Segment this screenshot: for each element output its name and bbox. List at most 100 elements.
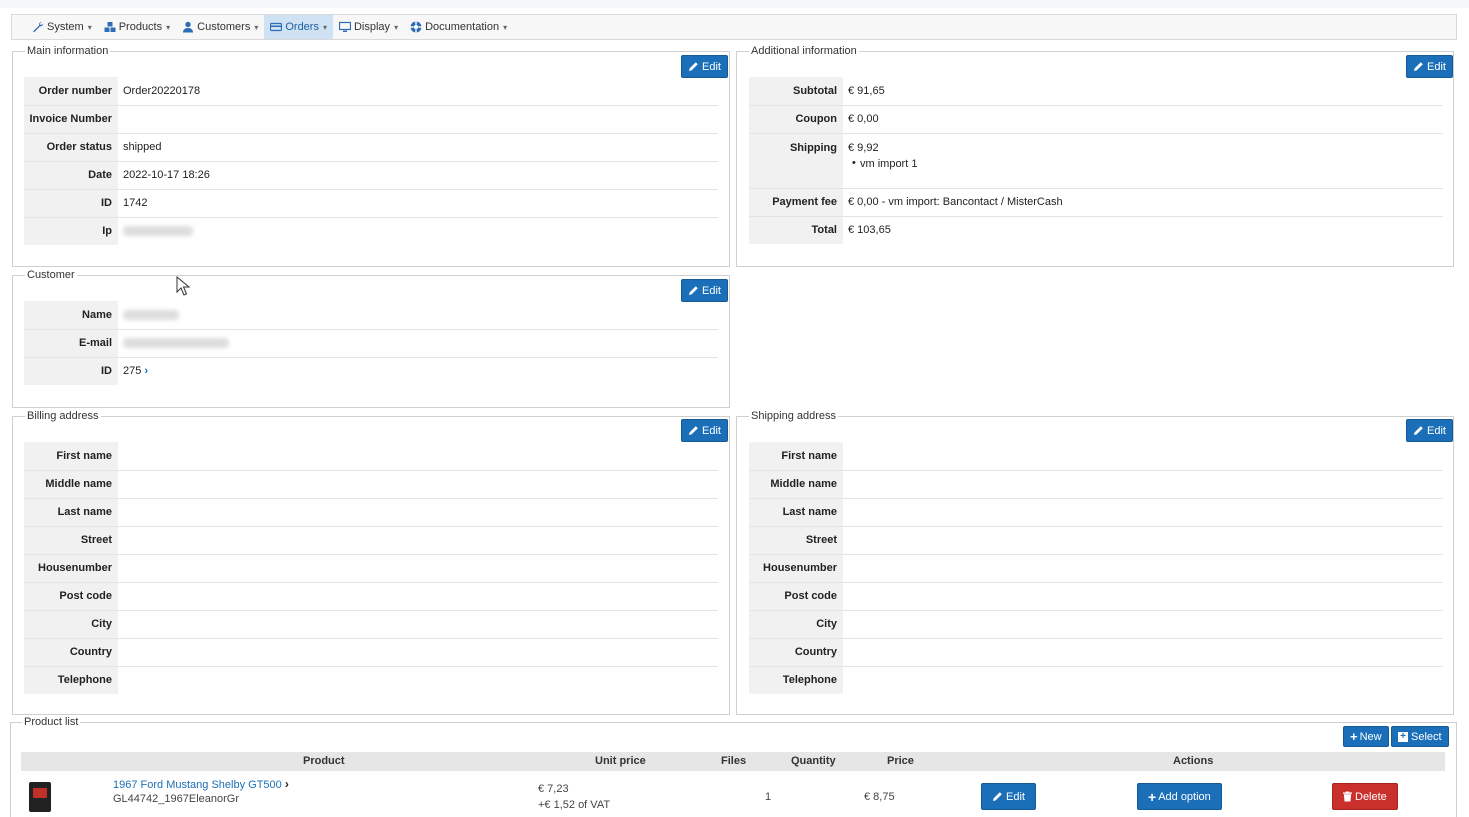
- table-row: City: [749, 609, 1443, 638]
- product-name-link[interactable]: 1967 Ford Mustang Shelby GT500: [113, 779, 282, 791]
- main-information-edit-button[interactable]: Edit: [681, 55, 728, 78]
- order-status-label: Order status: [24, 132, 118, 161]
- coupon-value: € 0,00: [843, 104, 1443, 133]
- customer-name-value: [118, 301, 718, 329]
- customer-edit-button[interactable]: Edit: [681, 279, 728, 302]
- total-value: € 103,65: [843, 215, 1443, 244]
- additional-information-panel: Additional information Edit Subtotal € 91…: [736, 45, 1454, 267]
- billing-address-edit-button[interactable]: Edit: [681, 419, 728, 442]
- menu-orders-label: Orders: [285, 21, 319, 33]
- pencil-icon: [689, 286, 698, 295]
- col-product: Product: [303, 755, 345, 767]
- chevron-right-icon[interactable]: ›: [144, 365, 148, 377]
- col-files: Files: [721, 755, 747, 767]
- customer-panel: Customer Edit Name E-mail ID 275 ›: [12, 269, 730, 408]
- menu-system[interactable]: System ▾: [26, 15, 98, 39]
- billing-middle-name-value: [118, 469, 718, 498]
- table-row: Payment fee € 0,00 - vm import: Bancontac…: [749, 187, 1443, 216]
- date-label: Date: [24, 160, 118, 189]
- col-price: Price: [887, 755, 914, 767]
- shipping-telephone-label: Telephone: [749, 665, 843, 694]
- chevron-down-icon: ▾: [503, 22, 508, 32]
- billing-street-label: Street: [24, 525, 118, 554]
- table-row: Middle name: [749, 469, 1443, 498]
- new-label: New: [1359, 730, 1382, 743]
- shipping-address-edit-button[interactable]: Edit: [1406, 419, 1453, 442]
- shipping-address-panel: Shipping address Edit First name Middle …: [736, 410, 1454, 715]
- select-product-button[interactable]: + Select: [1391, 726, 1449, 747]
- additional-information-edit-button[interactable]: Edit: [1406, 55, 1453, 78]
- table-row: First name: [749, 442, 1443, 470]
- redacted-ip: [123, 226, 193, 237]
- subtotal-value: € 91,65: [848, 84, 885, 97]
- product-thumbnail: [29, 782, 51, 812]
- delete-button[interactable]: Delete: [1332, 783, 1398, 810]
- table-row: Subtotal € 91,65: [749, 77, 1443, 105]
- table-row: City: [24, 609, 718, 638]
- shipping-middle-name-label: Middle name: [749, 469, 843, 498]
- top-strip: [0, 0, 1469, 8]
- table-row: Order number Order20220178: [24, 77, 718, 105]
- plus-square-icon: +: [1398, 731, 1408, 742]
- table-row: Country: [24, 637, 718, 666]
- table-row: Last name: [24, 497, 718, 526]
- table-row: Street: [24, 525, 718, 554]
- menu-products[interactable]: Products ▾: [98, 15, 176, 39]
- shipping-city-label: City: [749, 609, 843, 638]
- product-name-cell: 1967 Ford Mustang Shelby GT500 ›: [113, 777, 289, 791]
- billing-address-table: First name Middle name Last name Street …: [24, 442, 718, 694]
- payment-fee-label: Payment fee: [749, 187, 843, 216]
- shipping-country-label: Country: [749, 637, 843, 666]
- customer-email-value: [118, 328, 718, 357]
- menu-documentation[interactable]: Documentation ▾: [404, 15, 513, 39]
- customer-id-label: ID: [24, 356, 118, 385]
- chevron-right-icon[interactable]: ›: [285, 777, 289, 791]
- chevron-down-icon: ▾: [87, 22, 92, 32]
- product-edit-button[interactable]: Edit: [981, 783, 1036, 810]
- billing-street-value: [118, 525, 718, 554]
- customer-id-value: 275: [123, 365, 142, 378]
- id-value: 1742: [118, 188, 718, 217]
- shipping-value-cell: € 9,92 vm import 1: [843, 132, 1443, 188]
- customer-table: Name E-mail ID 275 ›: [24, 301, 718, 385]
- add-option-button[interactable]: + Add option: [1137, 783, 1222, 810]
- pencil-icon: [993, 792, 1002, 801]
- product-quantity: 1: [765, 791, 772, 803]
- shipping-city-value: [843, 609, 1443, 638]
- table-row: Ip: [24, 216, 718, 245]
- table-row: Last name: [749, 497, 1443, 526]
- shipping-address-title: Shipping address: [749, 410, 839, 423]
- main-menu: System ▾ Products ▾ Customers ▾ Orders ▾…: [11, 14, 1457, 40]
- menu-orders[interactable]: Orders ▾: [264, 15, 333, 39]
- menu-display[interactable]: Display ▾: [333, 15, 404, 39]
- redacted-name: [123, 309, 179, 320]
- mouse-cursor-icon: [176, 276, 190, 296]
- table-row: Housenumber: [24, 553, 718, 582]
- menu-system-label: System: [47, 21, 84, 33]
- date-value: 2022-10-17 18:26: [118, 160, 718, 189]
- shipping-address-table: First name Middle name Last name Street …: [749, 442, 1443, 694]
- menu-products-label: Products: [118, 21, 163, 33]
- table-row: Name: [24, 301, 718, 329]
- billing-address-title: Billing address: [25, 410, 101, 423]
- product-vat: +€ 1,52 of VAT: [538, 799, 611, 811]
- new-product-button[interactable]: + New: [1343, 726, 1389, 747]
- edit-label: Edit: [1427, 60, 1446, 73]
- product-price: € 8,75: [864, 791, 895, 803]
- menu-documentation-label: Documentation: [425, 21, 500, 33]
- table-row: Post code: [749, 581, 1443, 610]
- table-row: 1967 Ford Mustang Shelby GT500 › GL44742…: [21, 772, 1445, 817]
- chevron-down-icon: ▾: [322, 22, 327, 32]
- help-icon: [410, 21, 422, 33]
- table-row: ID 1742: [24, 188, 718, 217]
- shipping-value: € 9,92: [848, 141, 879, 154]
- table-row: Telephone: [749, 665, 1443, 694]
- billing-first-name-value: [118, 442, 718, 470]
- billing-first-name-label: First name: [24, 442, 118, 470]
- menu-customers[interactable]: Customers ▾: [176, 15, 264, 39]
- shipping-post-code-label: Post code: [749, 581, 843, 610]
- table-row: ID 275 ›: [24, 356, 718, 385]
- order-number-label: Order number: [24, 77, 118, 105]
- shipping-method-list: vm import 1: [848, 157, 1443, 170]
- main-information-table: Order number Order20220178 Invoice Number…: [24, 77, 718, 245]
